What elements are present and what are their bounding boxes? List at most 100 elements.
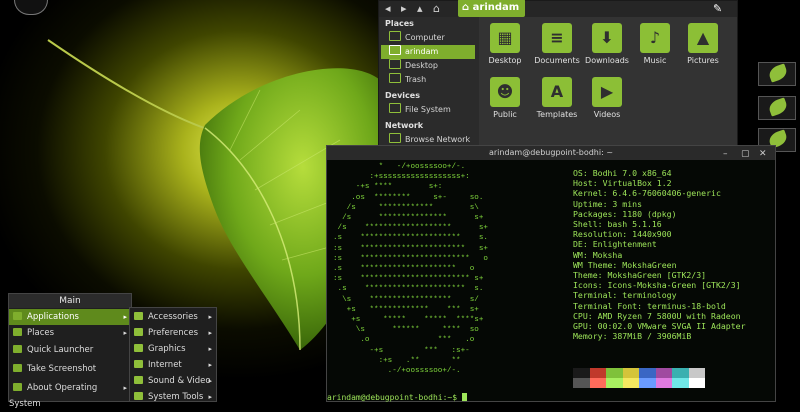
submenu-arrow-icon: ▸ bbox=[208, 345, 212, 353]
file-manager-content: ▦ Desktop ≡ Documents ⬇ Downloads ♪ Music ▲ P… bbox=[479, 17, 737, 151]
sidebar-item-home[interactable]: arindam bbox=[381, 45, 475, 59]
about-icon bbox=[13, 383, 22, 391]
menu-item-label: About Operating System bbox=[9, 383, 98, 409]
folder-label: Templates bbox=[536, 110, 578, 119]
folder-label: Videos bbox=[593, 110, 621, 119]
prompt-text: arindam@debugpoint-bodhi:~$ bbox=[327, 393, 462, 402]
public-folder-icon: ☻ bbox=[490, 77, 520, 107]
file-manager-window: ◂ ▸ ▴ ⌂ ⌂ arindam ✎ Places Computer arin… bbox=[378, 0, 738, 152]
templates-folder-icon: A bbox=[542, 77, 572, 107]
folder-templates[interactable]: A Templates bbox=[531, 77, 583, 119]
sidebar-item-trash[interactable]: Trash bbox=[381, 73, 475, 87]
submenu-arrow-icon: ▸ bbox=[123, 384, 127, 392]
virtual-desktop-thumbnail[interactable] bbox=[758, 96, 796, 120]
submenu-item-system-tools[interactable]: System Tools ▸ bbox=[130, 389, 216, 405]
folder-public[interactable]: ☻ Public bbox=[479, 77, 531, 119]
palette-swatch bbox=[639, 378, 656, 388]
menu-item-places[interactable]: Places ▸ bbox=[9, 325, 131, 341]
submenu-item-internet[interactable]: Internet ▸ bbox=[130, 357, 216, 373]
network-icon bbox=[389, 133, 401, 143]
submenu-arrow-icon: ▸ bbox=[208, 377, 212, 385]
back-icon[interactable]: ◂ bbox=[385, 2, 391, 15]
submenu-item-preferences[interactable]: Preferences ▸ bbox=[130, 325, 216, 341]
menu-item-label: Applications bbox=[27, 312, 79, 322]
folder-videos[interactable]: ▶ Videos bbox=[581, 77, 633, 119]
spec-line: Shell: bash 5.1.16 bbox=[573, 219, 662, 230]
sidebar-item-desktop[interactable]: Desktop bbox=[381, 59, 475, 73]
folder-downloads[interactable]: ⬇ Downloads bbox=[581, 23, 633, 65]
home-path-icon: ⌂ bbox=[462, 2, 473, 13]
sidebar-item-label: Desktop bbox=[405, 61, 438, 70]
submenu-item-label: Preferences bbox=[148, 328, 198, 338]
applications-submenu: Accessories ▸ Preferences ▸ Graphics ▸ Inte… bbox=[129, 307, 217, 402]
menu-item-label: Places bbox=[27, 328, 55, 338]
home-icon[interactable]: ⌂ bbox=[433, 2, 440, 15]
virtual-desktop-thumbnail[interactable] bbox=[758, 62, 796, 86]
sidebar-item-label: arindam bbox=[405, 47, 439, 56]
network-heading: Network bbox=[385, 121, 424, 130]
file-manager-toolbar: ◂ ▸ ▴ ⌂ ⌂ arindam ✎ bbox=[379, 0, 737, 17]
edit-path-icon[interactable]: ✎ bbox=[713, 2, 722, 15]
sidebar-item-label: Computer bbox=[405, 33, 445, 42]
main-menu-title: Main bbox=[9, 294, 131, 308]
sidebar-item-file-system[interactable]: File System bbox=[381, 103, 475, 117]
menu-item-applications[interactable]: Applications ▸ bbox=[9, 309, 131, 325]
folder-desktop[interactable]: ▦ Desktop bbox=[479, 23, 531, 65]
sidebar-item-computer[interactable]: Computer bbox=[381, 31, 475, 45]
spec-line: Packages: 1180 (dpkg) bbox=[573, 208, 677, 219]
submenu-arrow-icon: ▸ bbox=[208, 361, 212, 369]
spec-line: Uptime: 3 mins bbox=[573, 198, 643, 209]
menu-item-take-screenshot[interactable]: Take Screenshot bbox=[9, 361, 131, 377]
sidebar-item-label: Browse Network bbox=[405, 135, 471, 144]
menu-item-label: Quick Launcher bbox=[27, 345, 94, 355]
close-icon[interactable]: ✕ bbox=[759, 147, 767, 161]
spec-line: Terminal: terminology bbox=[573, 290, 677, 301]
downloads-folder-icon: ⬇ bbox=[592, 23, 622, 53]
spec-line: Theme: MokshaGreen [GTK2/3] bbox=[573, 270, 707, 281]
spec-line: DE: Enlightenment bbox=[573, 239, 657, 250]
camera-icon bbox=[13, 364, 22, 372]
palette-swatch bbox=[606, 378, 623, 388]
main-menu: Main Applications ▸ Places ▸ Quick Launche… bbox=[8, 293, 132, 409]
maximize-icon[interactable]: ▢ bbox=[741, 147, 750, 161]
submenu-item-label: Internet bbox=[148, 360, 182, 370]
folder-documents[interactable]: ≡ Documents bbox=[531, 23, 583, 65]
drive-icon bbox=[389, 103, 401, 113]
submenu-item-accessories[interactable]: Accessories ▸ bbox=[130, 309, 216, 325]
submenu-arrow-icon: ▸ bbox=[208, 329, 212, 337]
terminal-window[interactable]: arindam@debugpoint-bodhi: ~ – ▢ ✕ * -/+o… bbox=[326, 145, 776, 402]
sound-video-icon bbox=[134, 376, 143, 384]
folder-pictures[interactable]: ▲ Pictures bbox=[677, 23, 729, 65]
preferences-icon bbox=[134, 328, 143, 336]
palette-swatch bbox=[573, 378, 590, 388]
videos-folder-icon: ▶ bbox=[592, 77, 622, 107]
menu-item-quick-launcher[interactable]: Quick Launcher bbox=[9, 342, 131, 358]
submenu-item-graphics[interactable]: Graphics ▸ bbox=[130, 341, 216, 357]
up-icon[interactable]: ▴ bbox=[417, 2, 423, 15]
minimize-icon[interactable]: – bbox=[723, 147, 728, 161]
submenu-arrow-icon: ▸ bbox=[123, 313, 127, 321]
documents-folder-icon: ≡ bbox=[542, 23, 572, 53]
folder-label: Documents bbox=[534, 56, 580, 65]
terminal-titlebar[interactable]: arindam@debugpoint-bodhi: ~ – ▢ ✕ bbox=[327, 146, 775, 160]
spec-line: OS: Bodhi 7.0 x86_64 bbox=[573, 168, 672, 178]
terminal-color-palette bbox=[573, 368, 705, 388]
palette-swatch bbox=[606, 368, 623, 378]
submenu-item-sound-video[interactable]: Sound & Video ▸ bbox=[130, 373, 216, 389]
folder-label: Pictures bbox=[687, 56, 719, 65]
desktop-folder-icon: ▦ bbox=[490, 23, 520, 53]
palette-swatch bbox=[688, 378, 705, 388]
quick-launcher-icon bbox=[13, 345, 22, 353]
submenu-arrow-icon: ▸ bbox=[208, 313, 212, 321]
submenu-item-label: Sound & Video bbox=[148, 376, 211, 386]
submenu-arrow-icon: ▸ bbox=[123, 329, 127, 337]
terminal-title: arindam@debugpoint-bodhi: ~ bbox=[488, 148, 614, 157]
file-manager-sidebar: Places Computer arindam Desktop Trash De… bbox=[379, 17, 479, 151]
path-button[interactable]: ⌂ arindam bbox=[458, 0, 526, 17]
menu-item-about-os[interactable]: About Operating System ▸ bbox=[9, 380, 131, 409]
terminal-output[interactable]: * -/+oossssoo+/-. :+ssssssssssssssssss+:… bbox=[327, 160, 775, 402]
shell-prompt[interactable]: arindam@debugpoint-bodhi:~$ bbox=[327, 393, 467, 402]
forward-icon[interactable]: ▸ bbox=[401, 2, 407, 15]
places-icon bbox=[13, 328, 22, 336]
folder-music[interactable]: ♪ Music bbox=[629, 23, 681, 65]
